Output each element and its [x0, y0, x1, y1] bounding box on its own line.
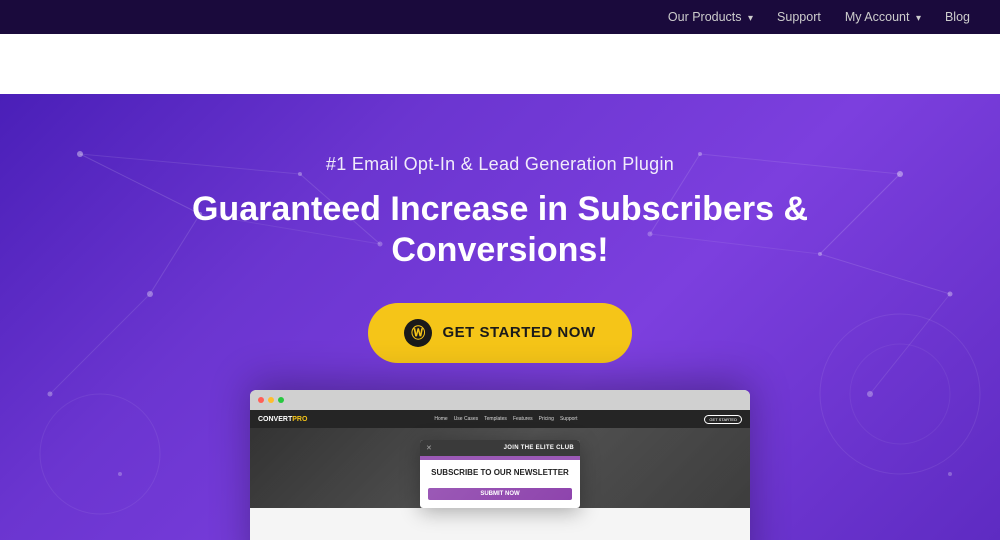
mini-popup-button[interactable]: SUBMIT NOW: [428, 488, 572, 500]
mini-nav-item: Home: [434, 416, 447, 422]
mini-nav-item: Features: [513, 416, 533, 422]
hero-title: Guaranteed Increase in Subscribers & Con…: [150, 189, 850, 271]
dropdown-arrow-icon-2: ▾: [916, 13, 921, 24]
wordpress-icon: Ⓦ: [404, 319, 432, 347]
browser-dot-red: [258, 397, 264, 403]
mini-nav-item: Support: [560, 416, 578, 422]
hero-section: #1 Email Opt-In & Lead Generation Plugin…: [0, 94, 1000, 540]
header-get-started-button[interactable]: GET STARTED: [816, 46, 960, 81]
browser-dot-yellow: [268, 397, 274, 403]
main-nav: Use Cases Templates Integrations Feature…: [352, 46, 960, 81]
mini-site-header: CONVERTPRO Home Use Cases Templates Feat…: [250, 410, 750, 428]
mini-browser-bar: [250, 390, 750, 410]
hero-cta-button[interactable]: Ⓦ GET STARTED NOW: [368, 303, 631, 363]
preview-container: CONVERTPRO Home Use Cases Templates Feat…: [250, 390, 750, 540]
mini-logo: CONVERTPRO: [258, 416, 307, 423]
logo-text: Convert Pro: [82, 51, 208, 77]
nav-integrations[interactable]: Integrations: [549, 56, 622, 72]
main-header: Convert Pro Use Cases Templates Integrat…: [0, 34, 1000, 94]
mini-nav-item: Pricing: [539, 416, 554, 422]
top-nav-support[interactable]: Support: [777, 10, 821, 24]
mini-nav: Home Use Cases Templates Features Pricin…: [434, 416, 577, 422]
preview-screenshot: CONVERTPRO Home Use Cases Templates Feat…: [250, 390, 750, 540]
mini-bg-area: Boost your performance ✕ JOIN THE ELITE …: [250, 428, 750, 508]
mini-nav-item: Templates: [484, 416, 507, 422]
nav-pricing[interactable]: Pricing: [741, 56, 784, 72]
mini-site-content: CONVERTPRO Home Use Cases Templates Feat…: [250, 410, 750, 540]
mini-popup-tag: JOIN THE ELITE CLUB: [504, 445, 574, 451]
hero-subtitle: #1 Email Opt-In & Lead Generation Plugin: [150, 154, 850, 175]
logo-icon: [40, 48, 72, 80]
nav-features[interactable]: Features: [654, 56, 709, 72]
mini-popup: ✕ JOIN THE ELITE CLUB SUBSCRIBE TO OUR N…: [420, 440, 580, 508]
hero-content: #1 Email Opt-In & Lead Generation Plugin…: [150, 154, 850, 363]
mini-popup-body: SUBSCRIBE TO OUR NEWSLETTER SUBMIT NOW: [420, 460, 580, 508]
top-nav-blog[interactable]: Blog: [945, 10, 970, 24]
logo-link[interactable]: Convert Pro: [40, 48, 208, 80]
top-nav-my-account[interactable]: My Account ▾: [845, 10, 921, 24]
mini-popup-header: ✕ JOIN THE ELITE CLUB: [420, 440, 580, 456]
top-nav-our-products[interactable]: Our Products ▾: [668, 10, 753, 24]
mini-close-icon: ✕: [426, 444, 432, 452]
mini-popup-title: SUBSCRIBE TO OUR NEWSLETTER: [428, 468, 572, 478]
dropdown-arrow-icon: ▾: [748, 13, 753, 24]
top-bar: Our Products ▾ Support My Account ▾ Blog: [0, 0, 1000, 34]
nav-templates[interactable]: Templates: [453, 56, 517, 72]
mini-cta-button: GET STARTED: [704, 415, 742, 424]
nav-use-cases[interactable]: Use Cases: [352, 56, 420, 72]
mini-nav-item: Use Cases: [454, 416, 478, 422]
browser-dot-green: [278, 397, 284, 403]
